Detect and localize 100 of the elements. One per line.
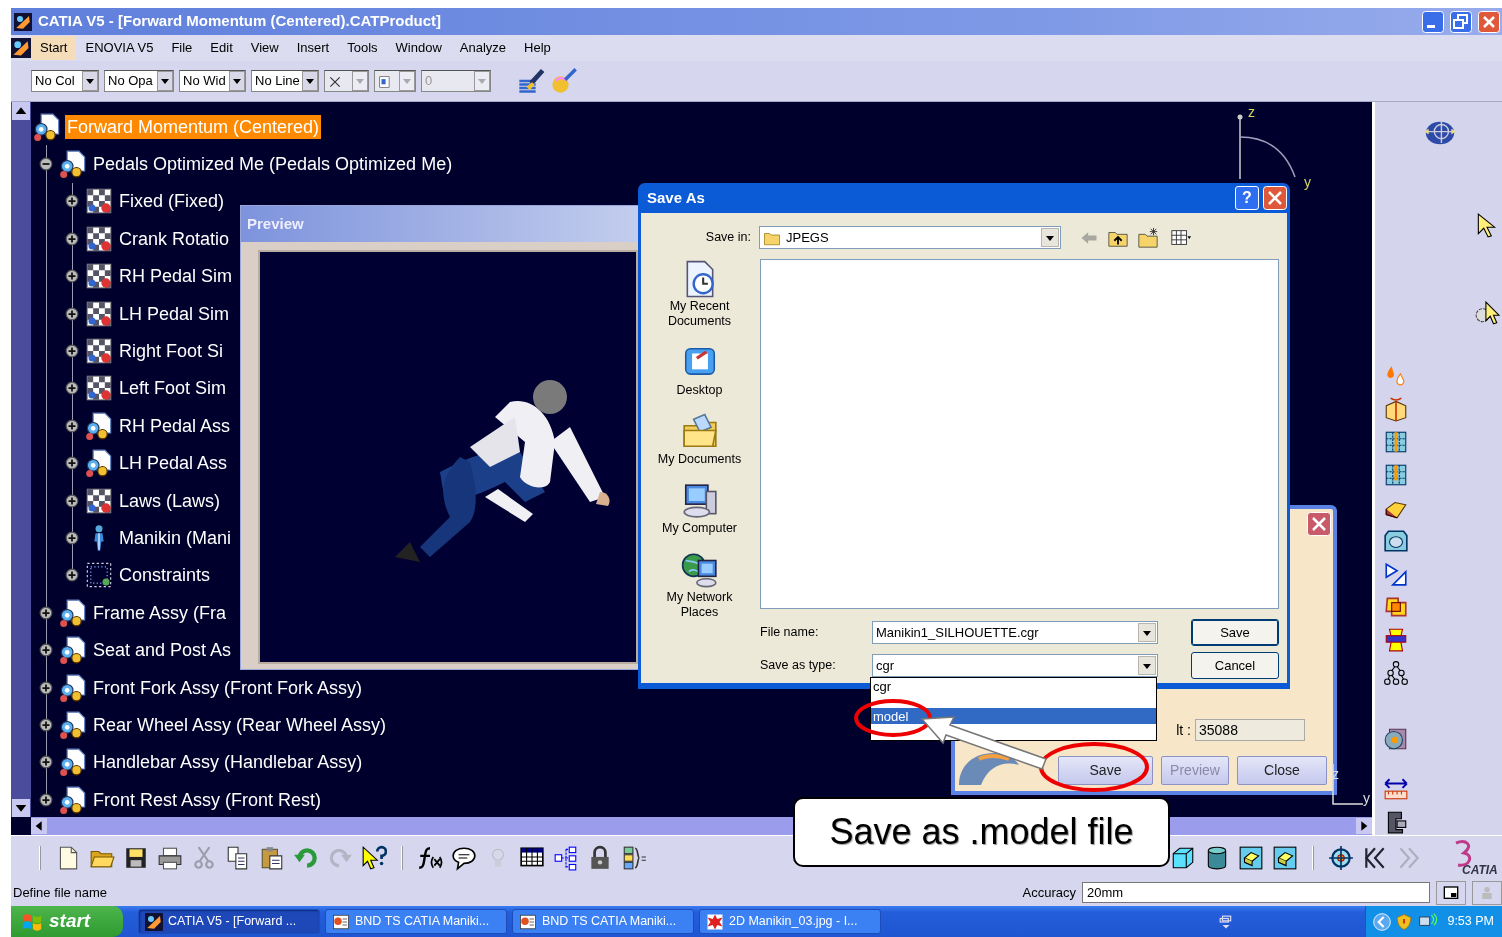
taskbar-button[interactable]: BND TS CATIA Maniki...	[325, 909, 507, 934]
sphere-icon[interactable]	[1383, 726, 1409, 752]
tree-item[interactable]: RH Pedal Sim	[117, 264, 235, 289]
restore-button[interactable]	[1450, 10, 1472, 33]
dialog-button[interactable]: Save	[1058, 756, 1153, 785]
minimize-button[interactable]	[1422, 10, 1444, 33]
expand-icon[interactable]	[65, 344, 79, 359]
menu-item[interactable]: Edit	[201, 36, 242, 60]
menu-item[interactable]: Help	[515, 36, 560, 60]
new-folder-icon[interactable]	[1137, 226, 1159, 249]
tree-item[interactable]: Right Foot Si	[117, 339, 226, 364]
help-button[interactable]: ?	[1235, 186, 1259, 210]
shaded-box-icon[interactable]	[1272, 844, 1298, 871]
frame-icon[interactable]	[1383, 528, 1409, 554]
tree-item[interactable]: Left Foot Sim	[117, 376, 229, 401]
tree-item[interactable]: Frame Assy (Fra	[91, 600, 228, 625]
post-icon[interactable]	[1383, 627, 1409, 653]
caret-icon[interactable]	[229, 71, 245, 91]
expand-icon[interactable]	[65, 531, 79, 545]
tree-diagram-icon[interactable]	[553, 844, 579, 871]
help-cursor-icon[interactable]	[361, 844, 387, 871]
expand-icon[interactable]	[39, 717, 53, 732]
box-icon[interactable]	[1383, 396, 1409, 422]
tree-item[interactable]: Front Rest Assy (Front Rest)	[91, 787, 324, 812]
save-button[interactable]: Save	[1191, 619, 1279, 646]
caret-icon[interactable]	[302, 71, 318, 91]
taskbar-button[interactable]: BND TS CATIA Maniki...	[512, 909, 694, 934]
file-name-field[interactable]: Manikin1_SILHOUETTE.cgr	[872, 621, 1158, 644]
shield-icon[interactable]	[1395, 911, 1413, 932]
tree-item[interactable]: Laws (Laws)	[117, 488, 223, 513]
stacked-boxes-icon[interactable]	[621, 844, 647, 871]
menu-item[interactable]: Window	[386, 36, 451, 60]
expand-icon[interactable]	[65, 418, 79, 433]
vertical-scrollbar[interactable]	[11, 102, 31, 817]
menu-item[interactable]: View	[241, 36, 288, 60]
tree-item[interactable]: Front Fork Assy (Front Fork Assy)	[91, 675, 365, 700]
tree-item[interactable]: LH Pedal Sim	[117, 301, 232, 326]
expand-icon[interactable]	[65, 306, 79, 321]
caret-icon[interactable]	[82, 71, 98, 91]
dropdown[interactable]: No Wid	[179, 70, 246, 92]
sphere-wand-icon[interactable]	[550, 67, 578, 95]
tree-item[interactable]: Fixed (Fixed)	[117, 189, 227, 214]
formula-icon[interactable]	[417, 844, 443, 871]
menu-item[interactable]: ENOVIA V5	[76, 36, 163, 60]
target-icon[interactable]	[1328, 844, 1354, 871]
tree-item[interactable]: RH Pedal Ass	[117, 413, 233, 438]
menu-item[interactable]: File	[162, 36, 202, 60]
ruler-icon[interactable]	[1383, 776, 1409, 802]
caret-icon[interactable]	[1138, 623, 1156, 642]
expand-icon[interactable]	[65, 269, 79, 284]
menu-item[interactable]: Analyze	[450, 36, 516, 60]
paintbrush-icon[interactable]	[517, 67, 545, 95]
triangles-icon[interactable]	[1383, 561, 1409, 587]
menu-item[interactable]: Tools	[338, 36, 387, 60]
expand-icon[interactable]	[65, 493, 79, 508]
tree-item[interactable]: LH Pedal Ass	[117, 451, 230, 476]
close-button[interactable]	[1307, 512, 1331, 536]
expand-icon[interactable]	[39, 680, 53, 695]
caret-icon[interactable]	[157, 71, 173, 91]
expand-icon[interactable]	[65, 231, 79, 246]
expand-icon[interactable]	[65, 194, 79, 209]
tree-item[interactable]: Crank Rotatio	[117, 226, 232, 251]
toolbar-button[interactable]	[1436, 880, 1466, 905]
tree-item[interactable]: Seat and Post As	[91, 638, 234, 663]
places-item[interactable]: My Computer	[653, 481, 746, 536]
taskbar-button[interactable]: CATIA V5 - [Forward ...	[138, 909, 320, 934]
expand-icon[interactable]	[65, 568, 79, 583]
close-button[interactable]	[1478, 10, 1500, 33]
places-item[interactable]: My Documents	[653, 412, 746, 467]
expand-icon[interactable]	[65, 456, 79, 471]
expand-icon[interactable]	[39, 755, 53, 770]
collapse-icon[interactable]	[39, 157, 53, 172]
grid-cube-icon[interactable]	[1383, 462, 1409, 488]
expand-icon[interactable]	[65, 381, 79, 396]
speech-bubble-icon[interactable]	[451, 844, 477, 871]
expand-icon[interactable]	[39, 605, 53, 620]
dropdown[interactable]: No Col	[31, 70, 99, 92]
tree-item[interactable]: Rear Wheel Assy (Rear Wheel Assy)	[91, 712, 389, 737]
accuracy-field[interactable]: 20mm	[1082, 882, 1430, 903]
tree-item[interactable]: Pedals Optimized Me (Pedals Optimized Me)	[91, 152, 455, 177]
places-item[interactable]: Desktop	[653, 343, 746, 398]
chevron-circle-icon[interactable]	[1372, 911, 1392, 932]
menu-item[interactable]: Start	[31, 36, 77, 60]
cancel-button[interactable]: Cancel	[1191, 652, 1279, 679]
file-type-dropdown[interactable]: cgr	[872, 654, 1158, 677]
caret-icon[interactable]	[1041, 228, 1059, 247]
taskbar-button[interactable]: 2D Manikin_03.jpg - I...	[699, 909, 881, 934]
dropdown-option[interactable]: model	[871, 708, 1156, 724]
close-button[interactable]	[1263, 186, 1287, 210]
shaded-box-icon[interactable]	[1238, 844, 1264, 871]
tree-item[interactable]: Handlebar Assy (Handlebar Assy)	[91, 750, 365, 775]
folder-dropdown[interactable]: JPEGS	[759, 226, 1061, 249]
tree-item[interactable]: Constraints	[117, 563, 213, 588]
node-tree-icon[interactable]	[1383, 660, 1409, 686]
dropdown[interactable]: No Line	[251, 70, 319, 92]
places-item[interactable]: My Network Places	[653, 550, 746, 620]
dialog-button[interactable]: Close	[1237, 756, 1327, 785]
menu-item[interactable]: Insert	[287, 36, 339, 60]
gear-cursor-icon[interactable]	[1474, 300, 1500, 326]
clipboard-icon[interactable]	[259, 844, 285, 871]
